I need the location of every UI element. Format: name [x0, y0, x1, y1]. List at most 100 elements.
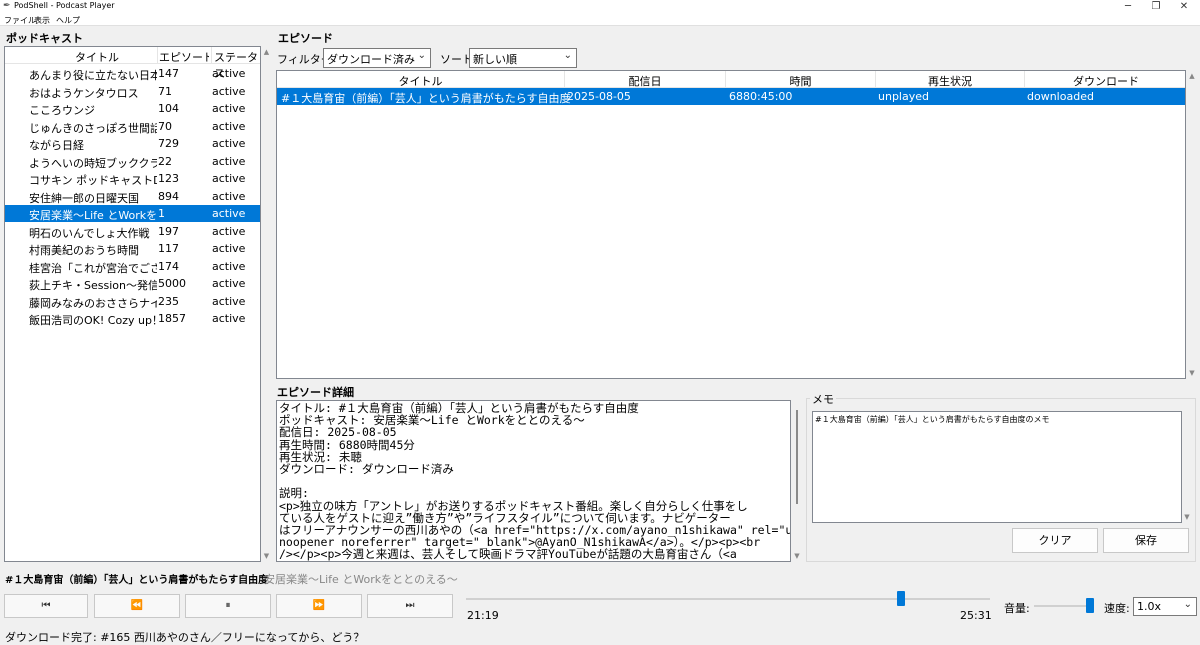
speed-value: 1.0x	[1137, 600, 1162, 613]
episode-row[interactable]: #１大島育宙（前編）「芸人」という肩書がもたらす自由度 2025-08-05 6…	[277, 88, 1185, 105]
rewind-button[interactable]: ⏪	[94, 594, 180, 618]
memo-textarea[interactable]: #１大島育宙（前編）「芸人」という肩書がもたらす自由度のメモ	[812, 411, 1182, 523]
maximize-button[interactable]: ❐	[1142, 0, 1170, 14]
podcast-row[interactable]: おはようケンタウロス 71 active	[5, 83, 260, 100]
skip-next-button[interactable]: ⏭	[367, 594, 453, 618]
podcast-list[interactable]: タイトル エピソード数 ステータス あんまり役に立たない日本史147 active…	[4, 46, 261, 562]
podcast-row[interactable]: 明石のいんでしょ大作戦 197 active	[5, 223, 260, 240]
skip-previous-button[interactable]: ⏮	[4, 594, 88, 618]
column-header-download[interactable]: ダウンロード	[1025, 73, 1185, 89]
details-content: タイトル: #１大島育宙（前編）「芸人」という肩書がもたらす自由度 ポッドキャス…	[279, 401, 791, 562]
progress-thumb[interactable]	[897, 591, 905, 606]
clear-memo-button[interactable]: クリア	[1012, 528, 1098, 553]
episode-details-text[interactable]: タイトル: #１大島育宙（前編）「芸人」という肩書がもたらす自由度 ポッドキャス…	[276, 400, 791, 562]
episode-title: #１大島育宙（前編）「芸人」という肩書がもたらす自由度	[281, 92, 571, 105]
chevron-down-icon: ⌄	[1183, 599, 1192, 610]
podcast-row[interactable]: ながら日経 729 active	[5, 135, 260, 152]
details-section-title: エピソード詳細	[277, 386, 354, 399]
episode-played: unplayed	[878, 90, 929, 103]
column-header-episodes[interactable]: エピソード数	[159, 49, 209, 65]
menu-view[interactable]: 表示	[34, 15, 50, 26]
title-bar: ✒ PodShell - Podcast Player ─ ❐ ✕	[0, 0, 1200, 14]
pause-button[interactable]: ⏸	[185, 594, 271, 618]
podcast-title: 桂宮治「これが宮治でございます」	[29, 261, 157, 275]
column-header-duration[interactable]: 時間	[726, 73, 875, 89]
podcast-title: 安住紳一郎の日曜天国	[29, 191, 139, 205]
podcast-row[interactable]: あんまり役に立たない日本史147 active	[5, 65, 260, 82]
podcast-episode-count: 147	[158, 67, 179, 80]
scroll-up-arrow-icon[interactable]: ▲	[1186, 72, 1198, 80]
podcast-episode-count: 197	[158, 224, 179, 238]
podcast-list-scrollbar[interactable]: ▲ ▼	[261, 46, 272, 562]
current-time: 21:19	[467, 609, 499, 622]
podcast-status: active	[212, 154, 246, 168]
episode-list-header: タイトル 配信日 時間 再生状況 ダウンロード	[277, 71, 1185, 89]
fast-forward-button[interactable]: ⏩	[276, 594, 362, 618]
podcast-row[interactable]: こころウンジ 104 active	[5, 100, 260, 117]
column-header-title[interactable]: タイトル	[75, 49, 119, 65]
podcast-episode-count: 235	[158, 294, 179, 308]
save-memo-button[interactable]: 保存	[1103, 528, 1189, 553]
podcast-title: ながら日経	[29, 139, 84, 152]
episode-date: 2025-08-05	[567, 90, 631, 103]
speed-select[interactable]: 1.0x ⌄	[1133, 597, 1197, 616]
podcast-episode-count: 894	[158, 189, 179, 203]
memo-scrollbar[interactable]: ▼	[1182, 411, 1192, 523]
memo-section-title: メモ	[810, 391, 836, 407]
podcast-title: あんまり役に立たない日本史	[29, 69, 157, 82]
podcast-row[interactable]: じゅんきのさっぽろ世間話 70 active	[5, 118, 260, 135]
podcast-row[interactable]: 安住紳一郎の日曜天国 894 active	[5, 188, 260, 205]
scroll-down-arrow-icon[interactable]: ▼	[261, 552, 272, 560]
scroll-down-arrow-icon[interactable]: ▼	[791, 552, 803, 560]
column-header-date[interactable]: 配信日	[565, 73, 725, 89]
fast-forward-icon: ⏩	[312, 600, 326, 611]
podcast-title: 明石のいんでしょ大作戦	[29, 226, 150, 240]
podcast-episode-count: 174	[158, 259, 179, 273]
podcast-title: 飯田浩司のOK! Cozy up！	[29, 314, 157, 327]
podcast-row[interactable]: 飯田浩司のOK! Cozy up！ 1857 active	[5, 310, 260, 327]
scroll-thumb[interactable]	[796, 410, 798, 504]
podcast-row[interactable]: コサキン ポッドキャストDEワァオ123 active	[5, 170, 260, 187]
sort-select[interactable]: 新しい順 ⌄	[469, 48, 577, 68]
podcast-episode-count: 1	[158, 207, 165, 220]
podcast-row[interactable]: 藤岡みなみのおささらナイト235 active	[5, 293, 260, 310]
scroll-down-arrow-icon[interactable]: ▼	[1186, 369, 1198, 377]
podcast-status: active	[212, 242, 246, 255]
podcast-title: じゅんきのさっぽろ世間話	[29, 121, 157, 135]
volume-slider[interactable]	[1034, 598, 1094, 614]
volume-thumb[interactable]	[1086, 598, 1094, 613]
podcast-status: active	[212, 312, 246, 325]
podcast-row[interactable]: 安居楽業～Life とWorkをととのえる～1 active	[5, 205, 260, 222]
episode-list-scrollbar[interactable]: ▲ ▼	[1186, 70, 1198, 379]
scroll-up-arrow-icon[interactable]: ▲	[261, 48, 272, 56]
podcast-title: おはようケンタウロス	[29, 86, 139, 100]
total-duration: 25:31	[960, 609, 992, 622]
episode-list[interactable]: タイトル 配信日 時間 再生状況 ダウンロード #１大島育宙（前編）「芸人」とい…	[276, 70, 1186, 379]
episode-duration: 6880:45:00	[729, 90, 793, 103]
column-header-title[interactable]: タイトル	[277, 73, 564, 89]
now-playing-podcast: 安居楽業～Life とWorkをととのえる～	[264, 573, 458, 586]
progress-slider[interactable]	[466, 590, 990, 608]
column-header-played[interactable]: 再生状況	[876, 73, 1024, 89]
podcast-title: 藤岡みなみのおささらナイト	[29, 296, 157, 310]
podcast-row[interactable]: 荻上チキ・Session～発信型ニュース5000 active	[5, 275, 260, 292]
volume-track	[1034, 605, 1094, 607]
podcast-status: active	[212, 277, 246, 290]
podcast-row[interactable]: ようへいの時短ブッククラブ22 active	[5, 153, 260, 170]
minimize-button[interactable]: ─	[1114, 0, 1142, 14]
podcast-row[interactable]: 村雨美紀のおうち時間 117 active	[5, 240, 260, 257]
filter-select[interactable]: ダウンロード済み ⌄	[323, 48, 431, 68]
close-button[interactable]: ✕	[1170, 0, 1198, 14]
menu-file[interactable]: ファイル	[4, 15, 36, 26]
podcast-episode-count: 104	[158, 102, 179, 115]
volume-label: 音量:	[1004, 602, 1030, 615]
podcast-episode-count: 71	[158, 84, 172, 98]
podcast-status: active	[212, 84, 246, 98]
podcast-row[interactable]: 桂宮治「これが宮治でございます」174 active	[5, 258, 260, 275]
window-title: PodShell - Podcast Player	[14, 1, 115, 10]
episodes-section-title: エピソード	[278, 32, 333, 45]
menu-help[interactable]: ヘルプ	[56, 15, 80, 26]
details-scrollbar[interactable]: ▼	[791, 400, 803, 562]
podcast-status: active	[212, 189, 246, 203]
scroll-down-arrow-icon[interactable]: ▼	[1182, 513, 1192, 521]
